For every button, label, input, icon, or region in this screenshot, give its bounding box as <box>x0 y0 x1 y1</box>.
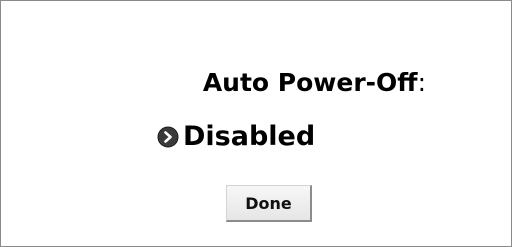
auto-power-off-dialog: Auto Power-Off: Disabled Done <box>0 0 512 247</box>
dialog-title: Auto Power-Off: <box>1 67 426 99</box>
option-value-label: Disabled <box>183 121 316 152</box>
auto-power-off-option[interactable]: Disabled <box>157 119 315 155</box>
dialog-title-colon: : <box>417 68 426 97</box>
dialog-title-text: Auto Power-Off <box>202 68 418 97</box>
done-button[interactable]: Done <box>226 185 312 222</box>
circle-chevron-right-icon <box>157 126 179 148</box>
